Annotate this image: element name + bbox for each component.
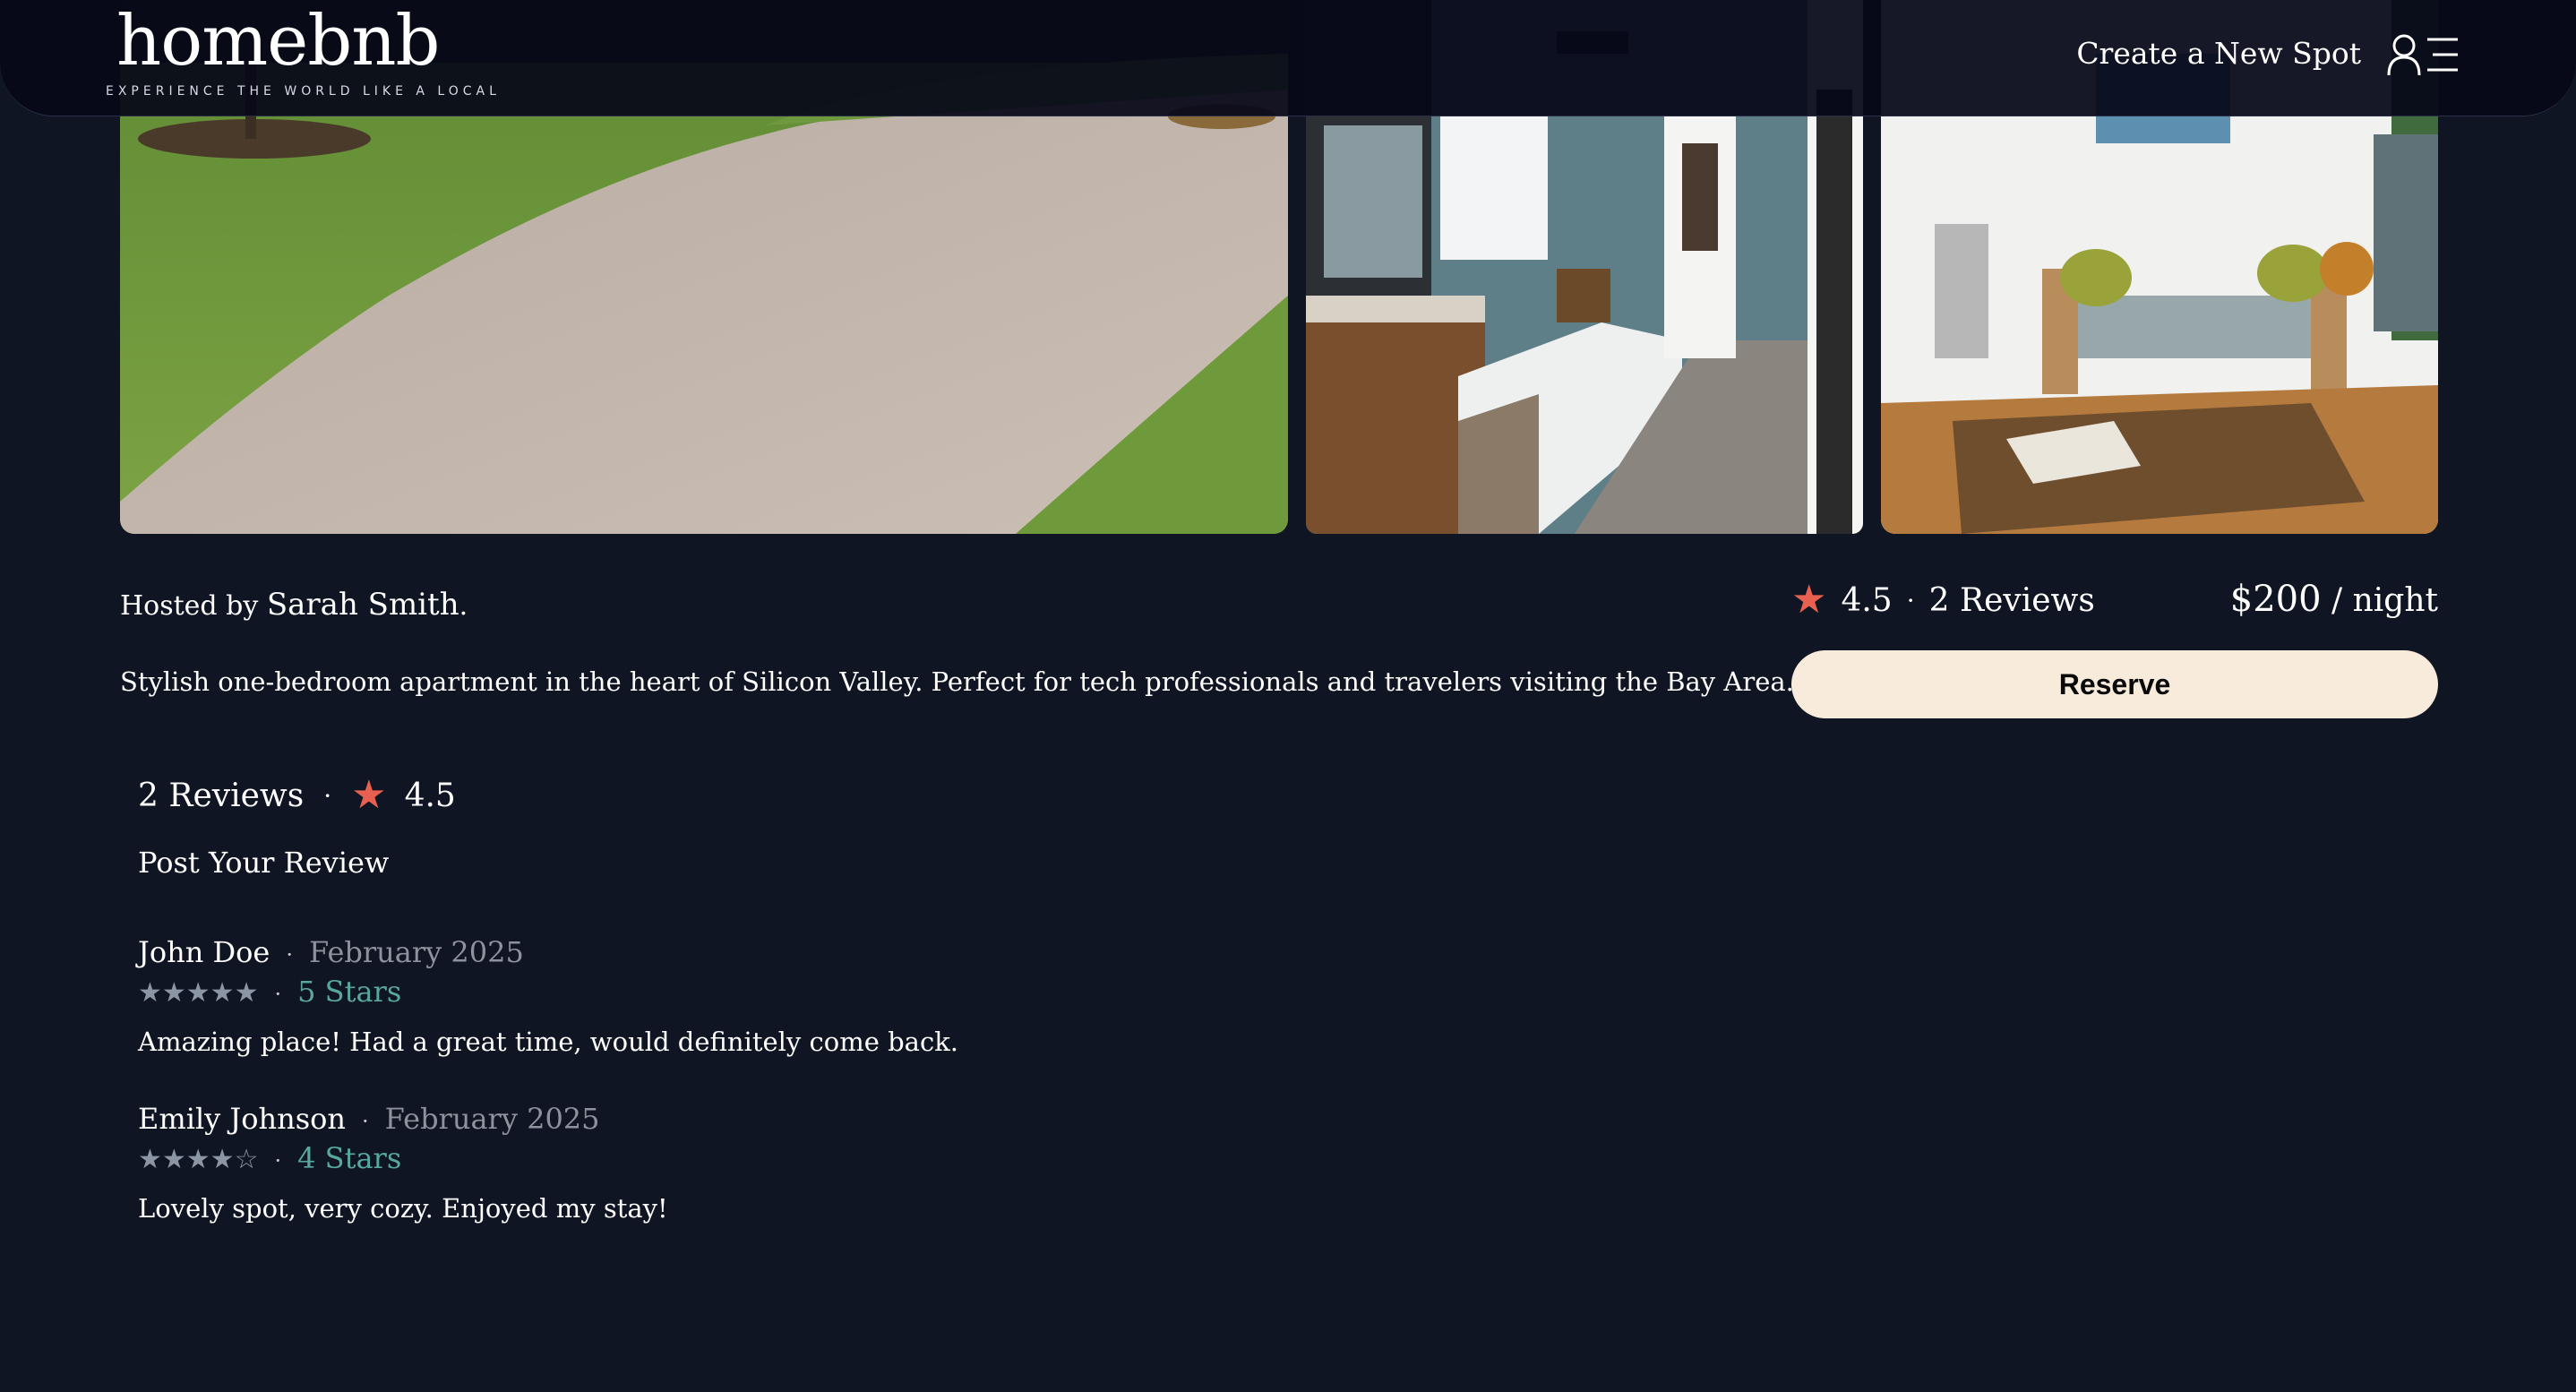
star-icon: ★ — [351, 772, 387, 818]
logo[interactable]: homebnb EXPERIENCE THE WORLD LIKE A LOCA… — [106, 0, 501, 99]
star-rating-icon: ★★★★☆ — [138, 1144, 259, 1175]
host-name: Sarah Smith — [266, 587, 459, 623]
user-menu-icon — [2387, 34, 2458, 76]
review-author: John Doe — [138, 935, 270, 969]
create-new-spot-link[interactable]: Create a New Spot — [2076, 36, 2361, 71]
review-meta: John Doe · February 2025 — [138, 935, 958, 969]
review-date: February 2025 — [384, 1102, 600, 1136]
reviews-rating: 4.5 — [404, 777, 456, 814]
review-rating: ★★★★★ · 5 Stars — [138, 975, 958, 1009]
separator-dot: · — [286, 942, 293, 967]
hosted-by: Hosted by Sarah Smith. — [120, 587, 468, 623]
site-header: homebnb EXPERIENCE THE WORLD LIKE A LOCA… — [0, 0, 2576, 116]
separator-dot: · — [274, 982, 282, 1007]
listing-rating-summary: ★ 4.5 · 2 Reviews — [1791, 580, 2095, 620]
separator-dot: · — [274, 1148, 282, 1173]
review-date: February 2025 — [308, 935, 524, 969]
hosted-by-prefix: Hosted by — [120, 590, 267, 622]
listing-review-count: 2 Reviews — [1928, 581, 2095, 619]
review-item: Emily Johnson · February 2025 ★★★★☆ · 4 … — [138, 1102, 668, 1224]
listing-price: $200 / night — [2230, 579, 2438, 620]
review-stars-label: 4 Stars — [297, 1141, 402, 1175]
review-text: Lovely spot, very cozy. Enjoyed my stay! — [138, 1193, 668, 1224]
review-stars-label: 5 Stars — [297, 975, 402, 1009]
price-unit: / night — [2321, 582, 2438, 619]
price-amount: $200 — [2229, 579, 2322, 620]
star-icon: ★ — [1791, 577, 1827, 623]
review-author: Emily Johnson — [138, 1102, 347, 1136]
post-review-button[interactable]: Post Your Review — [138, 846, 389, 880]
reserve-button[interactable]: Reserve — [1791, 650, 2438, 718]
star-rating-icon: ★★★★★ — [138, 977, 259, 1009]
logo-wordmark: homebnb — [116, 1, 440, 82]
logo-tagline: EXPERIENCE THE WORLD LIKE A LOCAL — [106, 84, 501, 99]
review-item: John Doe · February 2025 ★★★★★ · 5 Stars… — [138, 935, 958, 1057]
spot-details-page: homebnb EXPERIENCE THE WORLD LIKE A LOCA… — [0, 0, 2576, 1392]
listing-description: Stylish one-bedroom apartment in the hea… — [120, 666, 1794, 697]
review-meta: Emily Johnson · February 2025 — [138, 1102, 668, 1136]
hosted-by-suffix: . — [459, 590, 468, 622]
separator-dot: · — [1906, 585, 1915, 615]
reviews-count: 2 Reviews — [138, 777, 305, 814]
reviews-header: 2 Reviews · ★ 4.5 — [138, 776, 456, 815]
separator-dot: · — [323, 780, 332, 811]
separator-dot: · — [362, 1109, 369, 1134]
listing-rating: 4.5 — [1841, 581, 1893, 619]
user-menu-button[interactable] — [2386, 32, 2460, 77]
review-rating: ★★★★☆ · 4 Stars — [138, 1141, 668, 1175]
review-text: Amazing place! Had a great time, would d… — [138, 1027, 958, 1057]
